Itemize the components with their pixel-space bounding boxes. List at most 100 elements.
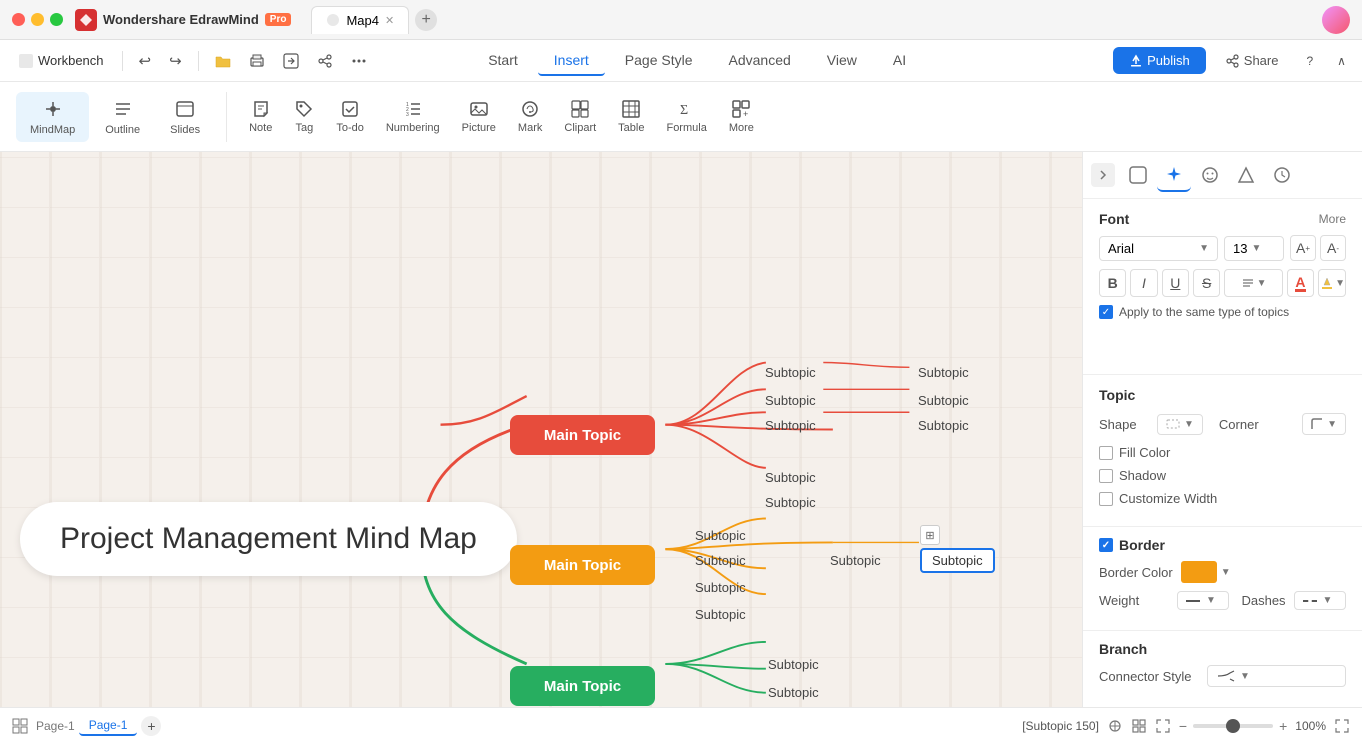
- subtopic-re2[interactable]: Subtopic: [918, 393, 969, 408]
- grid-icon[interactable]: [12, 718, 28, 734]
- current-page-tab[interactable]: Page-1: [79, 716, 138, 736]
- tab-advanced[interactable]: Advanced: [713, 46, 807, 76]
- map-title[interactable]: Project Management Mind Map: [20, 502, 517, 576]
- clipart-button[interactable]: Clipart: [554, 95, 606, 138]
- highlight-color-button[interactable]: ▼: [1318, 269, 1346, 297]
- tab-page-style[interactable]: Page Style: [609, 46, 709, 76]
- table-button[interactable]: Table: [608, 95, 654, 138]
- actual-size-icon[interactable]: [1131, 718, 1147, 734]
- tab-close-icon[interactable]: ✕: [385, 14, 394, 27]
- main-topic-yellow[interactable]: Main Topic: [510, 545, 655, 585]
- shadow-checkbox[interactable]: [1099, 469, 1113, 483]
- font-increase-button[interactable]: A+: [1290, 235, 1316, 261]
- tab-view[interactable]: View: [811, 46, 873, 76]
- subtopic-r3[interactable]: Subtopic: [765, 418, 816, 433]
- share-tool-button[interactable]: [309, 49, 341, 73]
- customize-width-checkbox[interactable]: [1099, 492, 1113, 506]
- panel-tab-emoji[interactable]: [1193, 158, 1227, 192]
- tab-insert[interactable]: Insert: [538, 46, 605, 76]
- font-decrease-button[interactable]: A-: [1320, 235, 1346, 261]
- tab-start[interactable]: Start: [472, 46, 534, 76]
- collapse-panel-button[interactable]: [1091, 163, 1115, 187]
- tab-ai[interactable]: AI: [877, 46, 922, 76]
- zoom-slider[interactable]: − +: [1179, 718, 1287, 734]
- subtopic-re3[interactable]: Subtopic: [918, 418, 969, 433]
- subtopic-y2[interactable]: Subtopic: [695, 553, 746, 568]
- bold-button[interactable]: B: [1099, 269, 1126, 297]
- main-topic-green[interactable]: Main Topic: [510, 666, 655, 706]
- subtopic-y4[interactable]: Subtopic: [695, 607, 746, 622]
- underline-button[interactable]: U: [1162, 269, 1189, 297]
- share-button[interactable]: Share: [1214, 47, 1291, 74]
- font-size-input[interactable]: 13 ▼: [1224, 236, 1284, 261]
- slides-view-button[interactable]: Slides: [156, 92, 214, 142]
- selected-subtopic[interactable]: Subtopic: [920, 548, 995, 573]
- main-topic-red[interactable]: Main Topic: [510, 415, 655, 455]
- font-color-button[interactable]: A: [1287, 269, 1314, 297]
- subtopic-y1[interactable]: Subtopic: [695, 528, 746, 543]
- border-color-picker[interactable]: ▼: [1181, 561, 1231, 583]
- note-button[interactable]: Note: [239, 95, 282, 138]
- align-button[interactable]: ▼: [1224, 269, 1282, 297]
- font-more-button[interactable]: More: [1319, 212, 1346, 226]
- strikethrough-button[interactable]: S: [1193, 269, 1220, 297]
- apply-checkbox[interactable]: [1099, 305, 1113, 319]
- formula-button[interactable]: Σ Formula: [656, 95, 716, 138]
- subtopic-g2[interactable]: Subtopic: [768, 685, 819, 700]
- tag-button[interactable]: Tag: [284, 95, 324, 138]
- subtopic-ye1[interactable]: Subtopic: [830, 553, 881, 568]
- user-avatar[interactable]: [1322, 6, 1350, 34]
- more-insert-button[interactable]: + More: [719, 95, 764, 138]
- panel-tab-clock[interactable]: [1265, 158, 1299, 192]
- fullscreen-expand-icon[interactable]: [1334, 718, 1350, 734]
- panel-tab-shape[interactable]: [1229, 158, 1263, 192]
- add-page-button[interactable]: +: [141, 716, 161, 736]
- zoom-track[interactable]: [1193, 724, 1273, 728]
- subtopic-r5[interactable]: Subtopic: [765, 495, 816, 510]
- canvas[interactable]: Project Management Mind Map Main Topic M…: [0, 152, 1082, 707]
- subtopic-r4[interactable]: Subtopic: [765, 470, 816, 485]
- corner-select[interactable]: ▼: [1302, 413, 1346, 435]
- print-button[interactable]: [241, 49, 273, 73]
- redo-button[interactable]: ↪: [161, 48, 190, 74]
- zoom-out-button[interactable]: −: [1179, 718, 1187, 734]
- panel-tab-format[interactable]: [1157, 158, 1191, 192]
- panel-tab-style[interactable]: [1121, 158, 1155, 192]
- folder-button[interactable]: [207, 49, 239, 73]
- close-button[interactable]: [12, 13, 25, 26]
- workbench-button[interactable]: Workbench: [8, 49, 114, 73]
- numbering-button[interactable]: 1 2 3 Numbering: [376, 95, 450, 138]
- mark-button[interactable]: Mark: [508, 95, 552, 138]
- italic-button[interactable]: I: [1130, 269, 1157, 297]
- fullscreen-icon[interactable]: [1155, 718, 1171, 734]
- border-color-swatch[interactable]: [1181, 561, 1217, 583]
- add-tab-button[interactable]: +: [415, 9, 437, 31]
- mindmap-view-button[interactable]: MindMap: [16, 92, 89, 142]
- collapse-menubar-button[interactable]: ∧: [1329, 50, 1354, 72]
- map-tab[interactable]: Map4 ✕: [311, 6, 409, 34]
- border-checkbox[interactable]: [1099, 538, 1113, 552]
- collapse-button[interactable]: ⊞: [920, 525, 940, 545]
- subtopic-y3[interactable]: Subtopic: [695, 580, 746, 595]
- outline-view-button[interactable]: Outline: [91, 92, 154, 142]
- subtopic-r2[interactable]: Subtopic: [765, 393, 816, 408]
- zoom-in-button[interactable]: +: [1279, 718, 1287, 734]
- weight-select[interactable]: ▼: [1177, 591, 1229, 610]
- subtopic-g1[interactable]: Subtopic: [768, 657, 819, 672]
- export-button[interactable]: [275, 49, 307, 73]
- picture-button[interactable]: Picture: [452, 95, 506, 138]
- more-tool-button[interactable]: [343, 49, 375, 73]
- todo-button[interactable]: To-do: [326, 95, 374, 138]
- minimize-button[interactable]: [31, 13, 44, 26]
- font-family-select[interactable]: Arial ▼: [1099, 236, 1218, 261]
- help-button[interactable]: ?: [1298, 50, 1321, 72]
- publish-button[interactable]: Publish: [1113, 47, 1206, 74]
- zoom-thumb[interactable]: [1226, 719, 1240, 733]
- connector-style-select[interactable]: ▼: [1207, 665, 1346, 687]
- subtopic-r1[interactable]: Subtopic: [765, 365, 816, 380]
- subtopic-re1[interactable]: Subtopic: [918, 365, 969, 380]
- shape-select[interactable]: ▼: [1157, 414, 1203, 435]
- fill-color-checkbox[interactable]: [1099, 446, 1113, 460]
- maximize-button[interactable]: [50, 13, 63, 26]
- undo-button[interactable]: ↩: [131, 48, 160, 74]
